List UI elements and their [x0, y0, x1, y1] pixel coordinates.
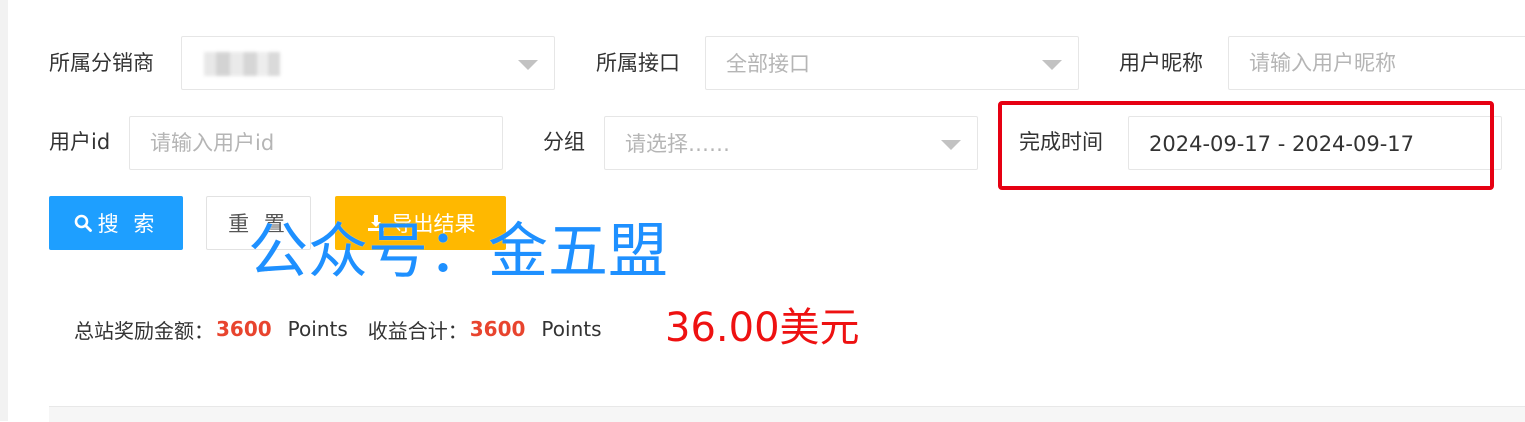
interface-label: 所属接口: [596, 51, 680, 75]
user-id-label: 用户id: [49, 130, 111, 154]
group-select[interactable]: 请选择……: [604, 116, 978, 170]
completed-time-range: 2024-09-17 - 2024-09-17: [1149, 132, 1415, 156]
search-icon: [74, 214, 92, 232]
table-top-edge: [49, 406, 1525, 422]
usd-amount: 36.00美元: [665, 305, 860, 351]
nickname-input[interactable]: [1229, 37, 1525, 89]
caret-down-icon: [1042, 60, 1062, 70]
watermark-text: 公众号：金五盟: [248, 217, 668, 287]
group-label: 分组: [543, 130, 585, 154]
income-unit: Points: [541, 317, 602, 341]
user-id-field[interactable]: [129, 116, 503, 170]
distributor-label: 所属分销商: [49, 51, 154, 75]
completed-time-label: 完成时间: [1019, 130, 1103, 154]
interface-select[interactable]: 全部接口: [705, 36, 1079, 90]
completed-time-field[interactable]: 2024-09-17 - 2024-09-17: [1128, 116, 1502, 170]
total-reward-value: 3600: [216, 317, 272, 341]
nickname-field[interactable]: [1228, 36, 1525, 90]
distributor-select[interactable]: [181, 36, 555, 90]
income-label: 收益合计：: [367, 318, 468, 343]
total-reward-label: 总站奖励金额：: [74, 318, 214, 343]
group-select-value: 请选择……: [625, 132, 730, 156]
caret-down-icon: [518, 60, 538, 70]
blurred-distributor-value: [204, 52, 280, 76]
search-button[interactable]: 搜 索: [49, 196, 183, 250]
nickname-label: 用户昵称: [1119, 51, 1203, 75]
user-id-input[interactable]: [130, 117, 502, 169]
search-button-label: 搜 索: [97, 212, 159, 236]
caret-down-icon: [941, 140, 961, 150]
income-value: 3600: [469, 317, 526, 341]
stats-summary: 总站奖励金额： 3600 Points 收益合计： 3600 Points: [74, 313, 602, 345]
interface-select-value: 全部接口: [726, 52, 810, 76]
total-reward-unit: Points: [287, 317, 348, 341]
left-edge: [0, 0, 8, 421]
